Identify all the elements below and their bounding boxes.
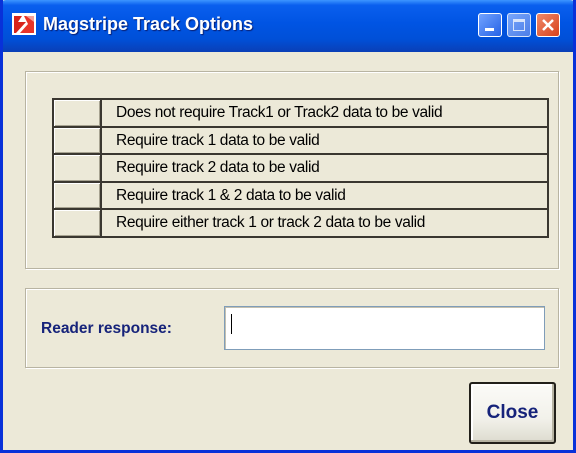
option-button-none-required[interactable] [54, 100, 102, 126]
minimize-button[interactable] [478, 13, 502, 37]
reader-response-field[interactable] [224, 306, 545, 350]
magstripe-track-options-window: Magstripe Track Options Does not require… [0, 0, 576, 453]
option-row-track2: Require track 2 data to be valid [52, 153, 549, 181]
maximize-icon [513, 19, 525, 31]
title-bar[interactable]: Magstripe Track Options [3, 0, 573, 52]
option-button-track1[interactable] [54, 127, 102, 153]
option-button-track1-and-2[interactable] [54, 182, 102, 208]
option-row-track1-and-2: Require track 1 & 2 data to be valid [52, 180, 549, 208]
option-row-track1: Require track 1 data to be valid [52, 125, 549, 153]
option-label: Require track 1 data to be valid [116, 131, 320, 149]
window-title: Magstripe Track Options [43, 14, 254, 34]
option-label: Require track 1 & 2 data to be valid [116, 186, 346, 204]
close-window-button[interactable] [536, 13, 560, 37]
maximize-button[interactable] [507, 13, 531, 37]
option-button-track1-or-2[interactable] [54, 210, 102, 236]
option-button-track2[interactable] [54, 155, 102, 181]
minimize-icon [485, 28, 494, 31]
option-row-none-required: Does not require Track1 or Track2 data t… [52, 98, 549, 126]
reader-response-label: Reader response: [41, 320, 172, 337]
option-label: Does not require Track1 or Track2 data t… [116, 104, 443, 121]
app-logo-icon [12, 13, 36, 35]
option-label: Require track 2 data to be valid [116, 159, 320, 176]
text-caret [231, 314, 232, 334]
close-button[interactable]: Close [469, 382, 556, 444]
option-label: Require either track 1 or track 2 data t… [116, 214, 426, 231]
close-icon [537, 14, 559, 36]
option-row-track1-or-2: Require either track 1 or track 2 data t… [52, 208, 549, 238]
track-options-list: Does not require Track1 or Track2 data t… [52, 98, 549, 238]
